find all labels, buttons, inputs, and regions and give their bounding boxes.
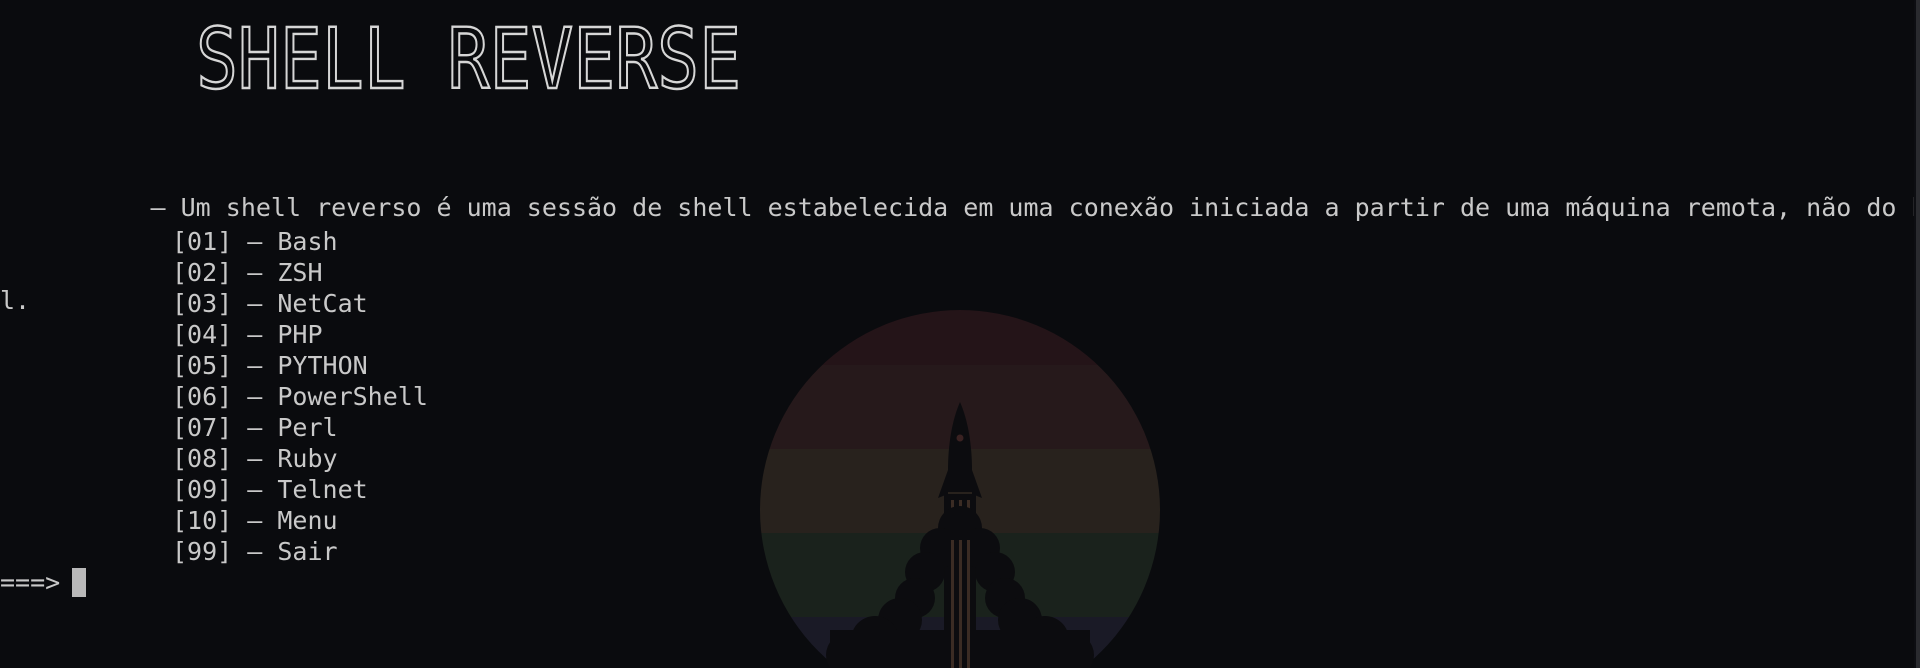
rocket-icon xyxy=(826,402,1094,668)
menu-item-zsh[interactable]: [02] — ZSH xyxy=(172,257,428,288)
text-cursor xyxy=(72,568,87,597)
menu-item-menu[interactable]: [10] — Menu xyxy=(172,505,428,536)
terminal-window[interactable]: SHELL REVERSE — Um shell reverso é uma s… xyxy=(0,0,1920,668)
menu-item-netcat[interactable]: [03] — NetCat xyxy=(172,288,428,319)
description-line-1: — Um shell reverso é uma sessão de shell… xyxy=(0,193,1920,222)
menu-item-powershell[interactable]: [06] — PowerShell xyxy=(172,381,428,412)
banner-title: SHELL REVERSE xyxy=(196,18,742,96)
menu-item-python[interactable]: [05] — PYTHON xyxy=(172,350,428,381)
menu-item-perl[interactable]: [07] — Perl xyxy=(172,412,428,443)
scrollbar[interactable] xyxy=(1914,0,1920,668)
menu-item-php[interactable]: [04] — PHP xyxy=(172,319,428,350)
menu-item-bash[interactable]: [01] — Bash xyxy=(172,226,428,257)
menu-item-telnet[interactable]: [09] — Telnet xyxy=(172,474,428,505)
menu-item-ruby[interactable]: [08] — Ruby xyxy=(172,443,428,474)
menu-list: [01] — Bash [02] — ZSH [03] — NetCat [04… xyxy=(172,226,428,567)
prompt-text: ===> xyxy=(0,568,61,597)
menu-item-sair[interactable]: [99] — Sair xyxy=(172,536,428,567)
banner-title-text: SHELL REVERSE xyxy=(196,18,741,96)
scrollbar-thumb[interactable] xyxy=(1916,0,1920,668)
input-prompt[interactable]: ===> xyxy=(0,567,87,598)
